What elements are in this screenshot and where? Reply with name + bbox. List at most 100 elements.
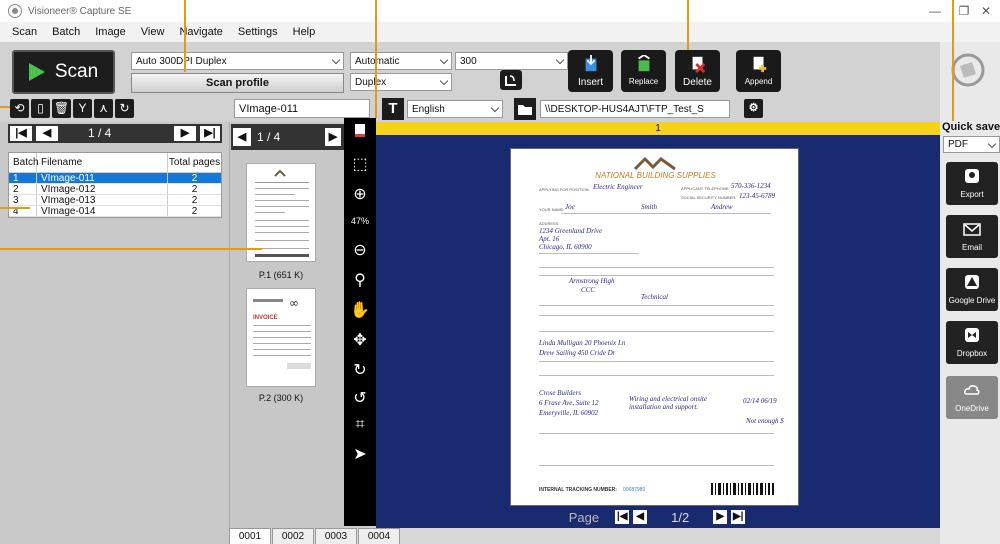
table-header: Batch Filename Total pages xyxy=(9,153,221,173)
rotate-left-icon[interactable]: ↺ xyxy=(344,388,376,408)
select-area-icon[interactable]: ⬚ xyxy=(344,154,376,174)
delete-button[interactable]: Delete xyxy=(675,50,720,92)
tab-0001[interactable]: 0001 xyxy=(229,528,271,544)
scanned-document[interactable]: NATIONAL BUILDING SUPPLIES APPLYING FOR … xyxy=(510,148,799,506)
destination-path-input[interactable]: \\DESKTOP-HUS4AJT\FTP_Test_S xyxy=(540,100,730,118)
zoom-in-icon[interactable]: ⊕ xyxy=(344,184,376,204)
sides-select[interactable]: Duplex xyxy=(350,73,452,91)
split-icon[interactable]: ⋏ xyxy=(94,99,113,118)
save-format-select[interactable]: PDF xyxy=(943,136,1000,153)
education-school: Armstrong High xyxy=(569,277,615,285)
last-page-button[interactable]: ▶| xyxy=(731,510,746,524)
position-value: Electric Engineer xyxy=(593,183,643,191)
chevron-down-icon xyxy=(439,76,449,86)
tab-0004[interactable]: 0004 xyxy=(358,528,400,544)
menu-scan[interactable]: Scan xyxy=(12,26,37,38)
email-button[interactable]: Email xyxy=(946,215,998,258)
crop-icon[interactable]: ⌗ xyxy=(344,416,376,434)
menu-help[interactable]: Help xyxy=(293,26,316,38)
menu-view[interactable]: View xyxy=(141,26,165,38)
cell-batch: 2 xyxy=(9,184,37,195)
append-icon xyxy=(753,56,766,73)
table-row[interactable]: 1 VImage-011 2 xyxy=(9,173,221,184)
chevron-down-icon xyxy=(331,55,341,65)
page-marker-icon[interactable] xyxy=(344,124,376,142)
settings-button[interactable]: ⚙ xyxy=(744,99,763,118)
callout-line xyxy=(687,0,689,50)
quick-save-title: Quick save xyxy=(942,121,1000,133)
address-line-2: Apt. 16 xyxy=(539,235,560,243)
prev-page-button[interactable]: ◀ xyxy=(633,510,648,524)
cloud-icon xyxy=(964,385,980,395)
cell-batch: 3 xyxy=(9,195,37,206)
pan-hand-icon[interactable]: ✋ xyxy=(344,300,376,320)
email-label: Email xyxy=(961,243,982,252)
menu-settings[interactable]: Settings xyxy=(238,26,278,38)
export-button[interactable]: Export xyxy=(946,162,998,205)
merge-icon[interactable]: Y xyxy=(73,99,92,118)
rotate-right-icon[interactable]: ↻ xyxy=(344,360,376,380)
table-row[interactable]: 2 VImage-012 2 xyxy=(9,184,221,195)
dpi-select[interactable]: 300 xyxy=(455,52,568,70)
menu-batch[interactable]: Batch xyxy=(52,26,80,38)
batch-page-indicator: 1 / 4 xyxy=(88,126,112,140)
col-batch[interactable]: Batch xyxy=(9,153,39,172)
magnifier-icon[interactable]: ⚲ xyxy=(344,270,376,290)
zoom-out-icon[interactable]: ⊖ xyxy=(344,240,376,260)
cell-filename: VImage-014 xyxy=(37,206,168,217)
replace-button[interactable]: Replace xyxy=(621,50,666,92)
append-button[interactable]: Append xyxy=(736,50,781,92)
scan-profile-select[interactable]: Auto 300DPI Duplex xyxy=(131,52,344,70)
phone-label: APPLICANT TELEPHONE: xyxy=(681,186,730,191)
prev-batch-button[interactable]: ◀ xyxy=(36,126,58,141)
tab-0003[interactable]: 0003 xyxy=(315,528,357,544)
next-page-button[interactable]: ▶ xyxy=(325,128,341,146)
new-batch-icon[interactable]: ▯ xyxy=(31,99,50,118)
reason-leaving: Not enough $ xyxy=(746,417,784,425)
col-filename[interactable]: Filename xyxy=(37,153,168,172)
thumbnail-page-2[interactable]: INVOICE ∞ xyxy=(246,288,316,387)
phone-value: 570-336-1234 xyxy=(731,182,771,190)
last-batch-button[interactable]: ▶| xyxy=(200,126,220,141)
prev-page-button[interactable]: ◀ xyxy=(233,128,251,146)
language-select[interactable]: English xyxy=(407,100,503,118)
cell-batch: 1 xyxy=(9,173,37,184)
first-page-button[interactable]: |◀ xyxy=(615,510,630,524)
last-name: Smith xyxy=(641,203,657,211)
scan-profile-button[interactable]: Scan profile xyxy=(131,73,344,93)
education-college: CCC xyxy=(581,286,596,294)
scan-button[interactable]: Scan xyxy=(12,50,115,94)
tab-0002[interactable]: 0002 xyxy=(272,528,314,544)
table-row[interactable]: 3 VImage-013 2 xyxy=(9,195,221,206)
pointer-icon[interactable]: ➤ xyxy=(344,444,376,464)
google-drive-button[interactable]: Google Drive xyxy=(946,268,998,311)
menu-image[interactable]: Image xyxy=(95,26,126,38)
dropbox-button[interactable]: Dropbox xyxy=(946,321,998,364)
language-value: English xyxy=(412,103,445,115)
trash-icon[interactable]: 🗑 xyxy=(52,99,71,118)
rotate-page-icon xyxy=(505,75,516,86)
cell-total-pages: 2 xyxy=(191,173,198,184)
address-line-1: 1234 Greenland Drive xyxy=(539,227,603,235)
onedrive-button[interactable]: OneDrive xyxy=(946,376,998,419)
filename-input[interactable]: VImage-011 xyxy=(234,99,370,118)
table-row[interactable]: 4 VImage-014 2 xyxy=(9,206,221,217)
color-mode-select[interactable]: Automatic xyxy=(350,52,452,70)
first-batch-button[interactable]: |◀ xyxy=(10,126,32,141)
close-button[interactable]: ✕ xyxy=(969,0,1000,22)
rotate-scan-button[interactable] xyxy=(500,70,522,90)
col-total-pages[interactable]: Total pages xyxy=(168,153,221,172)
refresh-icon[interactable]: ↻ xyxy=(115,99,134,118)
insert-button[interactable]: Insert xyxy=(568,50,613,92)
thumbnail-invoice-preview: ∞ xyxy=(253,296,311,369)
dropbox-icon xyxy=(965,328,979,342)
next-batch-button[interactable]: ▶ xyxy=(174,126,196,141)
name-label: YOUR NAME: xyxy=(539,207,565,212)
scan-new-icon[interactable]: ⟲ xyxy=(10,99,29,118)
employer-name: Crose Builders xyxy=(539,389,581,397)
callout-line xyxy=(952,0,954,121)
ocr-text-button[interactable]: T xyxy=(382,98,404,120)
move-icon[interactable]: ✥ xyxy=(344,330,376,350)
folder-button[interactable] xyxy=(514,98,536,120)
next-page-button[interactable]: ▶ xyxy=(713,510,728,524)
